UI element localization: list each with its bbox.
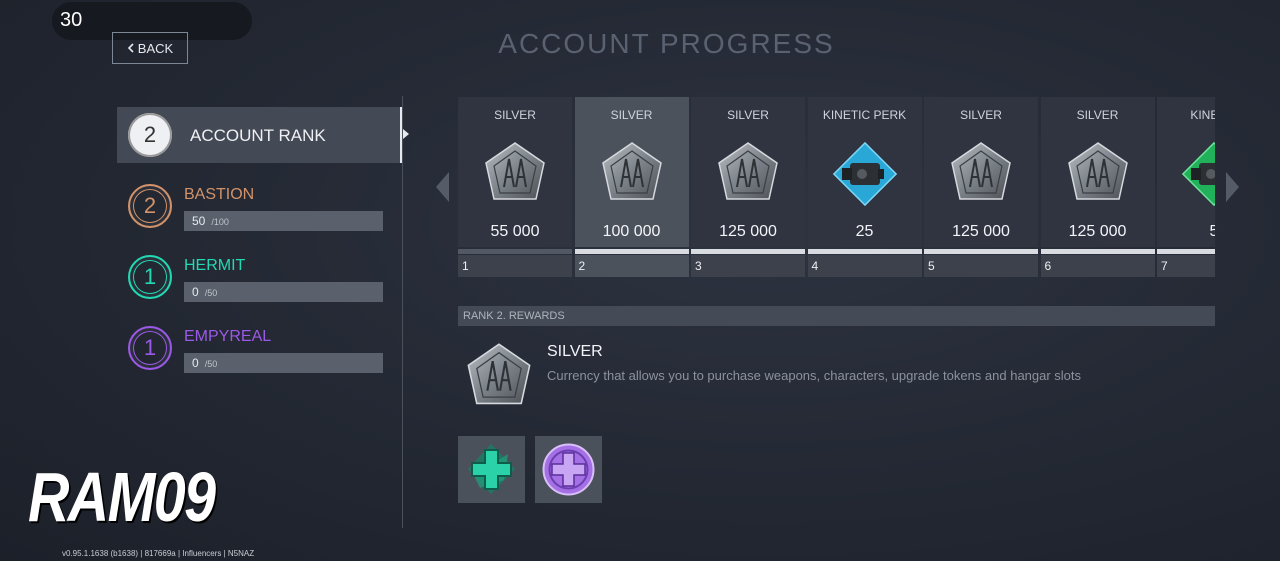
kinetic-perk-icon: [832, 142, 897, 206]
panel-divider: [402, 96, 403, 528]
tile-progress-bar: [458, 249, 572, 254]
tile-rank-number: 6: [1044, 259, 1052, 273]
tile-progress-bar: [1040, 249, 1155, 254]
rank-progress-bar: 50/100: [184, 211, 383, 231]
empyreal-boost-icon: [542, 443, 595, 496]
rank-item-bastion[interactable]: 2 BASTION 50/100: [117, 178, 403, 234]
tile-label: SILVER: [960, 108, 1002, 122]
rank-name: EMPYREAL: [184, 328, 272, 345]
tile-value: 55 000: [490, 223, 540, 240]
tile-rank-number: 3: [695, 259, 702, 273]
silver-coin-icon: [467, 343, 531, 405]
tile-rank-number: 5: [928, 259, 935, 273]
reward-title: SILVER: [547, 343, 603, 360]
silver-coin-icon: [718, 142, 778, 200]
progress-current: 0: [192, 356, 199, 370]
reward-tile-2[interactable]: SILVER 100 000 2: [574, 97, 689, 277]
rewards-section-header: RANK 2. REWARDS: [458, 306, 1215, 326]
tile-label: SILVER: [727, 108, 769, 122]
tile-rank-number: 1: [462, 259, 469, 273]
tile-progress-bar: [574, 249, 689, 254]
hermit-boost-icon: [468, 444, 515, 494]
reward-tile-3[interactable]: SILVER 125 000 3: [691, 97, 805, 277]
tile-value: 125 000: [1068, 223, 1127, 240]
tile-number-bar: [691, 255, 805, 277]
rank-level-badge: 1: [128, 326, 172, 370]
selection-arrow-icon: [403, 129, 409, 139]
tile-number-bar: [807, 255, 922, 277]
tile-number-bar: [574, 255, 689, 277]
rank-level-badge: 2: [128, 184, 172, 228]
progress-max: /50: [204, 288, 218, 298]
empyreal-boost-slot[interactable]: [535, 436, 602, 503]
rank-item-empyreal[interactable]: 1 EMPYREAL 0/50: [117, 320, 403, 376]
reward-tile-4[interactable]: KINETIC PERK 25 4: [807, 97, 922, 277]
tile-progress-bar: [924, 249, 1038, 254]
silver-coin-icon: [951, 142, 1011, 200]
silver-coin-icon: [601, 142, 662, 200]
reward-tile-7[interactable]: KINETIC 5 7: [1157, 97, 1215, 277]
tile-rank-number: 4: [811, 259, 819, 273]
rank-reward-carousel: SILVER 55 000 1 SILVER 100 000 2 SILVER …: [458, 97, 1215, 277]
tile-label: KINETIC PERK: [822, 108, 907, 122]
rank-level-badge: 1: [128, 255, 172, 299]
tile-label: SILVER: [1076, 108, 1119, 122]
carousel-prev-arrow-icon[interactable]: [436, 172, 449, 202]
tile-label: SILVER: [610, 108, 653, 122]
tile-value: 100 000: [602, 223, 661, 240]
streamer-watermark: RAM09: [28, 458, 216, 536]
silver-coin-icon: [1067, 142, 1128, 200]
tile-value: 125 000: [719, 223, 777, 240]
tile-rank-number: 7: [1161, 259, 1168, 273]
tile-label: KINETIC: [1190, 108, 1215, 122]
reward-tile-5[interactable]: SILVER 125 000 5: [924, 97, 1038, 277]
tile-value: 25: [855, 223, 874, 240]
tile-progress-bar: [1157, 249, 1215, 254]
tile-progress-bar: [807, 249, 922, 254]
tile-value: 125 000: [952, 223, 1010, 240]
reward-tile-1[interactable]: SILVER 55 000 1: [458, 97, 572, 277]
tile-rank-number: 2: [578, 259, 586, 273]
rank-item-account[interactable]: 2 ACCOUNT RANK: [117, 107, 409, 163]
build-version-text: v0.95.1.1638 (b1638) | 817669a | Influen…: [62, 549, 255, 558]
progress-current: 0: [192, 285, 199, 299]
reward-description: Currency that allows you to purchase wea…: [547, 368, 1082, 383]
rank-progress-bar: 0/50: [184, 353, 383, 373]
progress-max: /50: [204, 359, 218, 369]
silver-coin-icon: [485, 142, 545, 200]
tile-number-bar: [1040, 255, 1155, 277]
page-title: ACCOUNT PROGRESS: [498, 28, 835, 59]
hermit-boost-slot[interactable]: [458, 436, 525, 503]
rank-level-badge: 2: [128, 113, 172, 157]
rank-name: BASTION: [184, 186, 255, 203]
tile-label: SILVER: [494, 108, 536, 122]
progress-current: 50: [192, 214, 206, 228]
rank-progress-bar: 0/50: [184, 282, 383, 302]
reward-tile-6[interactable]: SILVER 125 000 6: [1040, 97, 1155, 277]
rank-name: HERMIT: [184, 257, 246, 274]
rank-name: ACCOUNT RANK: [190, 126, 326, 145]
carousel-next-arrow-icon[interactable]: [1226, 172, 1239, 202]
kinetic-perk-icon-green: [1182, 142, 1215, 206]
progress-max: /100: [211, 217, 229, 227]
tile-number-bar: [924, 255, 1038, 277]
tile-progress-bar: [691, 249, 805, 254]
rank-item-hermit[interactable]: 1 HERMIT 0/50: [117, 249, 403, 305]
tile-number-bar: [458, 255, 572, 277]
tile-value: 5: [1209, 223, 1215, 240]
